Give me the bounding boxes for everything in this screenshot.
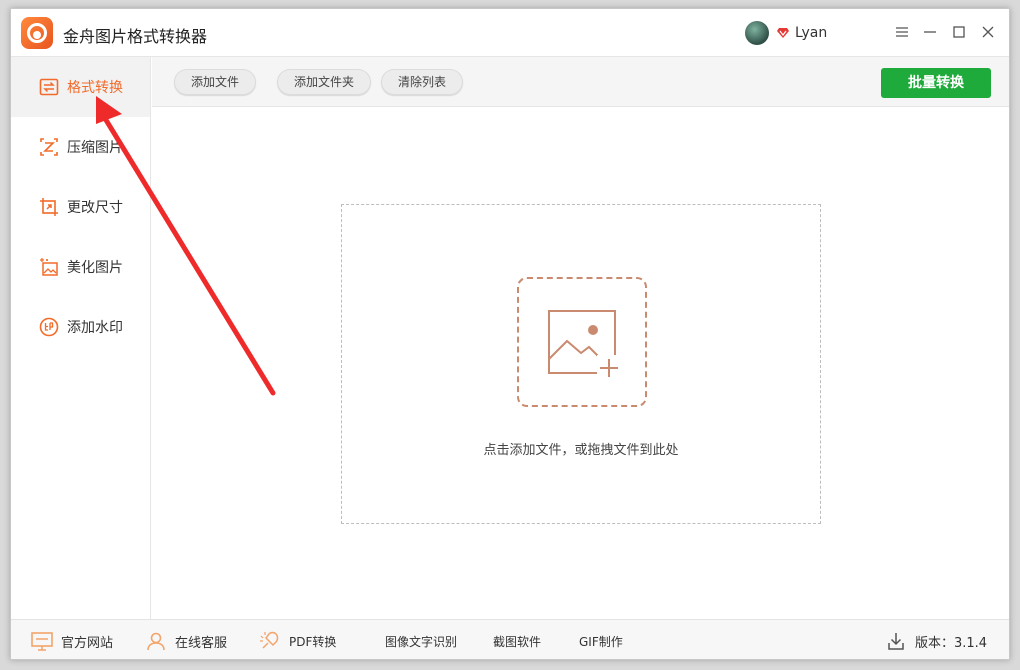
- sidebar: 格式转换 压缩图片 更改尺寸 美化图片 添加水印: [11, 57, 151, 619]
- close-button[interactable]: [977, 21, 999, 43]
- sidebar-item-label: 美化图片: [67, 260, 123, 276]
- title-bar: 金舟图片格式转换器 Lyan: [11, 9, 1009, 57]
- person-icon: [145, 630, 167, 652]
- gif-maker-link[interactable]: GIF制作: [579, 620, 623, 659]
- online-support-link[interactable]: 在线客服: [145, 620, 228, 659]
- version-info[interactable]: 版本：3.1.4: [885, 620, 988, 659]
- pdf-convert-link[interactable]: PDF转换: [259, 620, 337, 659]
- toolbar: 添加文件 添加文件夹 清除列表 批量转换: [152, 57, 1009, 107]
- add-file-button[interactable]: 添加文件: [174, 69, 257, 95]
- beautify-icon: [39, 257, 59, 277]
- download-icon: [885, 630, 907, 652]
- sidebar-item-label: 添加水印: [67, 320, 123, 336]
- version-label: 版本：3.1.4: [915, 635, 988, 651]
- plugin-icon: [259, 630, 281, 652]
- sidebar-item-label: 压缩图片: [67, 140, 123, 156]
- clear-list-button[interactable]: 清除列表: [381, 69, 464, 95]
- user-name[interactable]: Lyan: [795, 25, 827, 41]
- add-folder-button[interactable]: 添加文件夹: [277, 69, 372, 95]
- minimize-icon: [924, 31, 936, 33]
- status-bar: 官方网站 在线客服 PDF转换 图像文字识别 截图软件 GIF制作 版本：3.1…: [11, 619, 1009, 659]
- sidebar-item-label: 格式转换: [67, 80, 123, 96]
- app-title: 金舟图片格式转换器: [63, 27, 208, 46]
- resize-icon: [39, 197, 59, 217]
- sidebar-item-beautify[interactable]: 美化图片: [11, 237, 150, 297]
- online-support-label: 在线客服: [175, 635, 228, 651]
- sidebar-item-format-convert[interactable]: 格式转换: [11, 57, 150, 117]
- official-website-label: 官方网站: [61, 635, 114, 651]
- compress-icon: [39, 137, 59, 157]
- maximize-icon: [953, 26, 965, 38]
- pdf-convert-label: PDF转换: [289, 634, 337, 649]
- watermark-icon: [39, 317, 59, 337]
- sidebar-item-compress[interactable]: 压缩图片: [11, 117, 150, 177]
- maximize-button[interactable]: [948, 21, 970, 43]
- close-icon: [982, 26, 994, 38]
- sidebar-item-resize[interactable]: 更改尺寸: [11, 177, 150, 237]
- app-window: 金舟图片格式转换器 Lyan 格式转换 压缩图片 更改尺寸 美化图片 添加水印 …: [10, 8, 1010, 660]
- app-logo-icon: [21, 17, 53, 49]
- vip-badge-icon: [777, 28, 789, 38]
- minimize-button[interactable]: [919, 21, 941, 43]
- main-panel: 点击添加文件，或拖拽文件到此处: [152, 108, 1009, 619]
- swap-icon: [39, 77, 59, 97]
- drop-hint-text: 点击添加文件，或拖拽文件到此处: [483, 443, 679, 458]
- menu-icon: [896, 27, 908, 37]
- file-drop-zone[interactable]: 点击添加文件，或拖拽文件到此处: [341, 204, 821, 524]
- screenshot-software-link[interactable]: 截图软件: [493, 620, 541, 659]
- ocr-link[interactable]: 图像文字识别: [385, 620, 457, 659]
- menu-button[interactable]: [891, 21, 913, 43]
- batch-convert-button[interactable]: 批量转换: [881, 68, 991, 98]
- official-website-link[interactable]: 官方网站: [31, 620, 114, 659]
- sidebar-item-watermark[interactable]: 添加水印: [11, 297, 150, 357]
- add-image-icon[interactable]: [517, 277, 647, 407]
- user-avatar[interactable]: [745, 21, 769, 45]
- monitor-icon: [31, 630, 53, 652]
- sidebar-item-label: 更改尺寸: [67, 200, 123, 216]
